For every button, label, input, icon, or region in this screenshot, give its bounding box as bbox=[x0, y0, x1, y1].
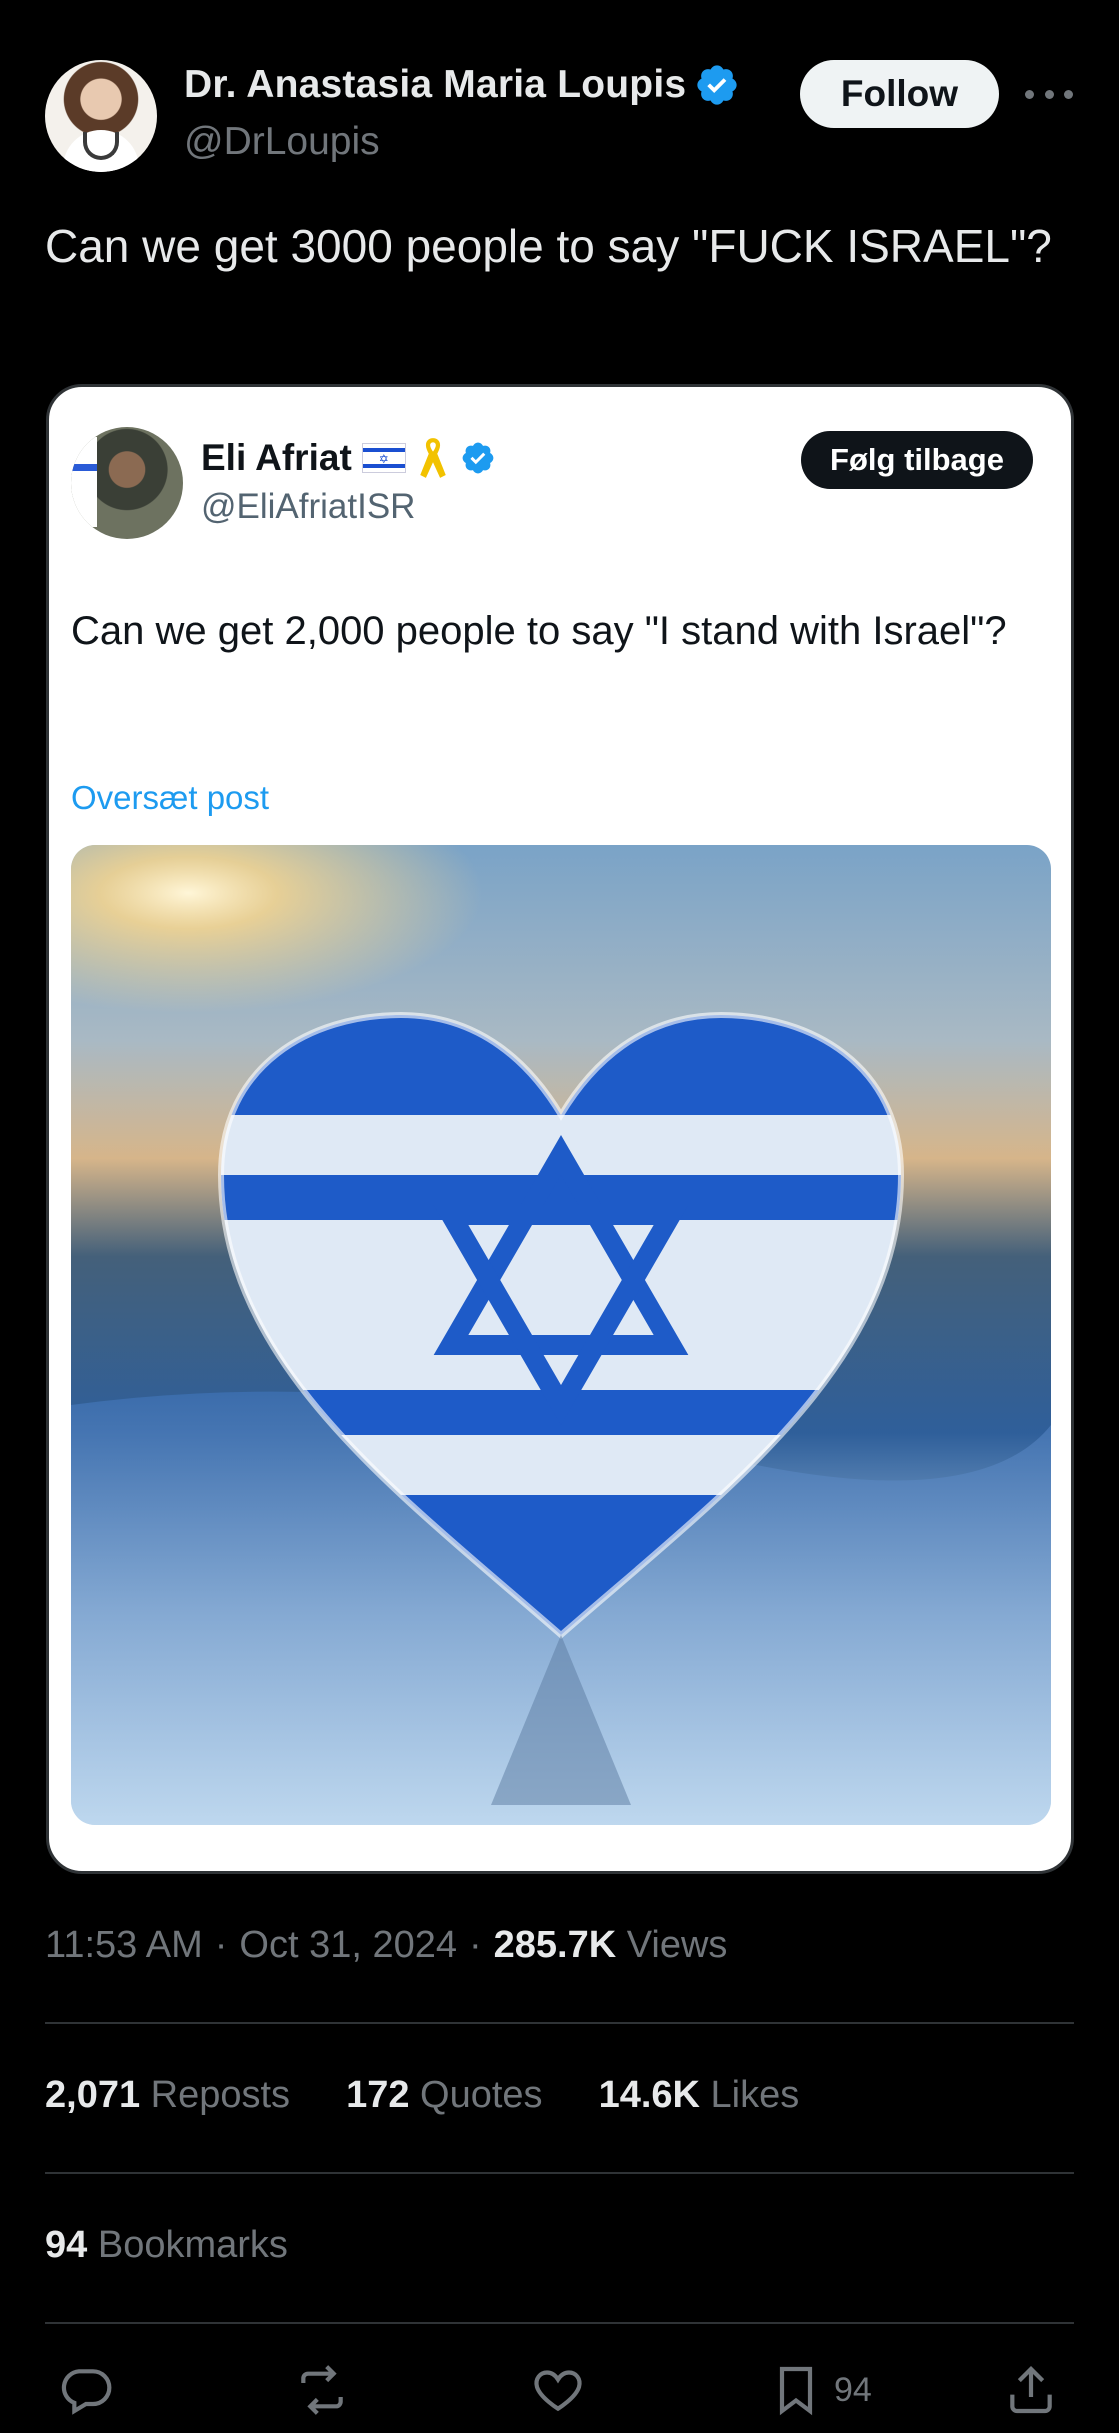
author-name-row: Dr. Anastasia Maria Loupis bbox=[184, 62, 740, 108]
divider bbox=[45, 2172, 1074, 2174]
action-bar: 94 bbox=[0, 2355, 1119, 2425]
israel-flag-icon: ✡ bbox=[361, 443, 406, 473]
tweet-date[interactable]: Oct 31, 2024 bbox=[239, 1924, 457, 1967]
views-stat[interactable]: 285.7K Views bbox=[494, 1924, 728, 1967]
quoted-tweet-card[interactable]: Eli Afriat ✡ @EliAfriatISR Følg tilbage … bbox=[46, 384, 1074, 1874]
reply-button[interactable] bbox=[58, 2355, 114, 2425]
reposts-label: Reposts bbox=[150, 2074, 291, 2116]
repost-button[interactable] bbox=[294, 2355, 350, 2425]
author-handle[interactable]: @DrLoupis bbox=[184, 120, 380, 164]
israeli-flag-heart-image[interactable] bbox=[71, 845, 1051, 1825]
bookmark-count: 94 bbox=[834, 2370, 872, 2409]
bookmarks-label: Bookmarks bbox=[97, 2224, 288, 2266]
quoted-author-avatar[interactable] bbox=[71, 427, 183, 539]
engagement-stats: 2,071 Reposts 172 Quotes 14.6K Likes bbox=[45, 2074, 799, 2117]
verified-badge-icon bbox=[462, 442, 494, 474]
more-dot bbox=[1044, 89, 1054, 99]
likes-label: Likes bbox=[710, 2074, 800, 2116]
reposts-count: 2,071 bbox=[45, 2074, 141, 2116]
divider bbox=[45, 2022, 1074, 2024]
like-button[interactable] bbox=[530, 2355, 586, 2425]
repost-icon bbox=[301, 2365, 343, 2415]
share-icon bbox=[1010, 2366, 1052, 2414]
bookmarks-count: 94 bbox=[45, 2224, 88, 2266]
more-dot bbox=[1064, 89, 1073, 99]
tweet-time[interactable]: 11:53 AM bbox=[45, 1924, 203, 1967]
views-count: 285.7K bbox=[493, 1924, 617, 1966]
avatar-flag-detail bbox=[71, 437, 97, 527]
bookmarks-stat[interactable]: 94 Bookmarks bbox=[45, 2224, 288, 2267]
author-avatar[interactable] bbox=[45, 60, 157, 172]
share-button[interactable] bbox=[1003, 2355, 1059, 2425]
views-label: Views bbox=[626, 1924, 728, 1966]
likes-stat[interactable]: 14.6K Likes bbox=[599, 2074, 800, 2117]
verified-badge-icon bbox=[697, 65, 737, 105]
translate-post-link[interactable]: Oversæt post bbox=[71, 779, 269, 817]
likes-count: 14.6K bbox=[598, 2074, 700, 2116]
follow-button[interactable]: Follow bbox=[800, 60, 999, 128]
bookmark-icon bbox=[779, 2366, 813, 2416]
divider bbox=[45, 2322, 1074, 2324]
meta-separator: · bbox=[468, 1924, 482, 1966]
bookmark-button[interactable]: 94 bbox=[768, 2355, 872, 2425]
quotes-count: 172 bbox=[346, 2074, 410, 2116]
quotes-stat[interactable]: 172 Quotes bbox=[346, 2074, 543, 2117]
reply-icon bbox=[61, 2369, 112, 2415]
heart-icon bbox=[534, 2370, 582, 2412]
more-options-icon[interactable] bbox=[1025, 80, 1073, 108]
yellow-ribbon-icon bbox=[420, 438, 446, 478]
author-name[interactable]: Dr. Anastasia Maria Loupis bbox=[184, 63, 686, 107]
heart-illustration bbox=[71, 845, 1051, 1825]
tweet-detail-page: Dr. Anastasia Maria Loupis @DrLoupis Fol… bbox=[0, 0, 1119, 2433]
tweet-text: Can we get 3000 people to say "FUCK ISRA… bbox=[45, 220, 1052, 272]
quoted-tweet-text: Can we get 2,000 people to say "I stand … bbox=[71, 609, 1007, 653]
reposts-stat[interactable]: 2,071 Reposts bbox=[45, 2074, 290, 2117]
quotes-label: Quotes bbox=[420, 2074, 543, 2116]
quoted-author-name[interactable]: Eli Afriat bbox=[201, 437, 352, 479]
more-dot bbox=[1025, 89, 1034, 99]
follow-back-button[interactable]: Følg tilbage bbox=[801, 431, 1033, 489]
meta-separator: · bbox=[214, 1924, 228, 1966]
quoted-author-handle[interactable]: @EliAfriatISR bbox=[201, 487, 415, 527]
tweet-meta: 11:53 AM · Oct 31, 2024 · 285.7K Views bbox=[45, 1924, 727, 1967]
quoted-name-row: Eli Afriat ✡ bbox=[201, 435, 496, 481]
